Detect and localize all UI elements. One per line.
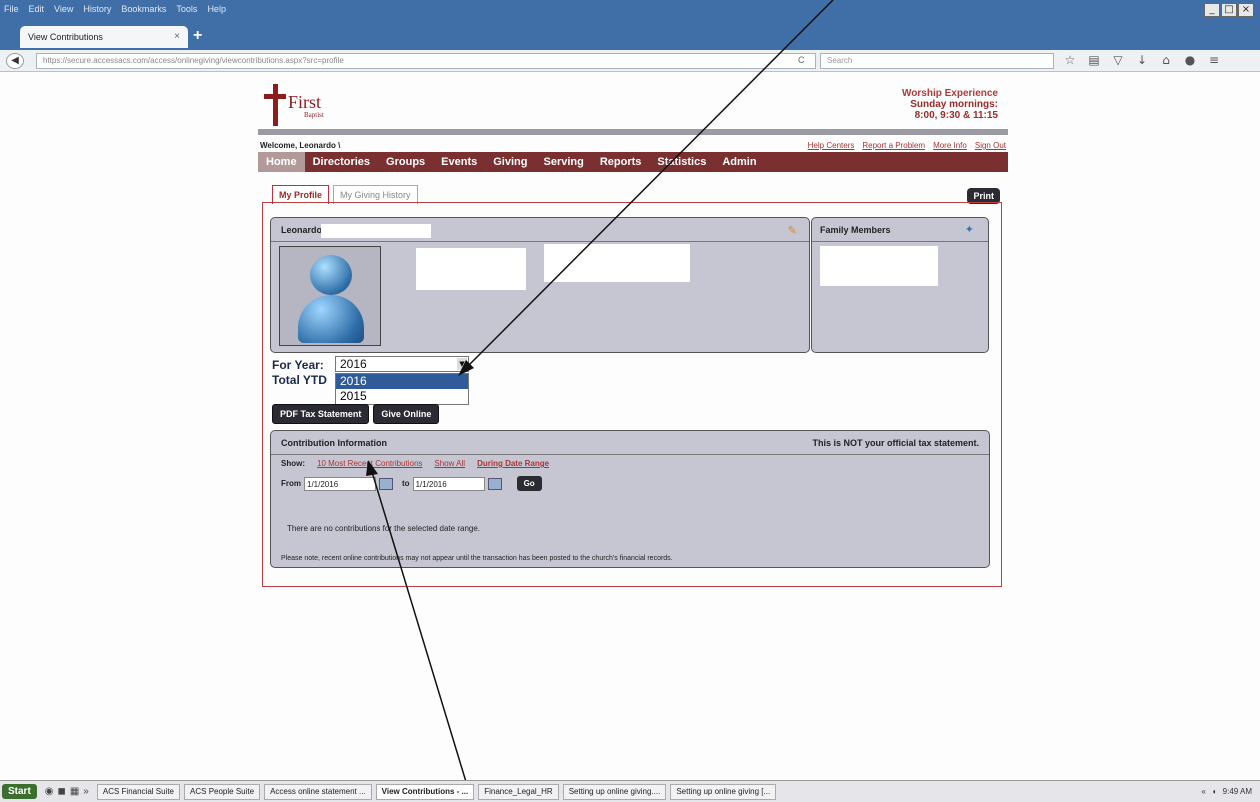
task-setting-up-giving-doc[interactable]: Setting up online giving [... — [670, 783, 777, 800]
annotation-arrows — [366, 0, 834, 796]
browser-icon[interactable]: ◉ — [45, 786, 54, 797]
arrowhead-pdf — [366, 460, 378, 476]
task-finance-folder[interactable]: Finance_Legal_HR — [478, 783, 559, 800]
system-tray: « ◖ 9:49 AM — [1195, 785, 1258, 798]
task-view-contributions[interactable]: View Contributions - ... — [375, 783, 475, 800]
volume-icon[interactable]: ◖ — [1212, 787, 1217, 796]
outlook-icon[interactable]: ◼ — [58, 786, 66, 797]
arrow-to-pdf-button — [371, 471, 471, 796]
taskbar: Start ◉ ◼ ▦ » ACS Financial Suite ACS Pe… — [0, 780, 1260, 802]
task-acs-people[interactable]: ACS People Suite — [184, 783, 261, 800]
task-access-statement[interactable]: Access online statement ... — [264, 783, 372, 800]
tray-chevron-icon[interactable]: « — [1201, 787, 1205, 796]
start-button[interactable]: Start — [2, 784, 37, 799]
desktop-icon[interactable]: ▦ — [70, 786, 79, 797]
more-chevron-icon[interactable]: » — [83, 786, 89, 797]
arrow-to-year-select — [467, 0, 834, 367]
clock[interactable]: 9:49 AM — [1223, 787, 1252, 796]
task-setting-up-giving-pdf[interactable]: Setting up online giving.... — [562, 783, 667, 800]
task-acs-financial[interactable]: ACS Financial Suite — [96, 783, 181, 800]
quick-launch: ◉ ◼ ▦ » — [45, 786, 89, 797]
